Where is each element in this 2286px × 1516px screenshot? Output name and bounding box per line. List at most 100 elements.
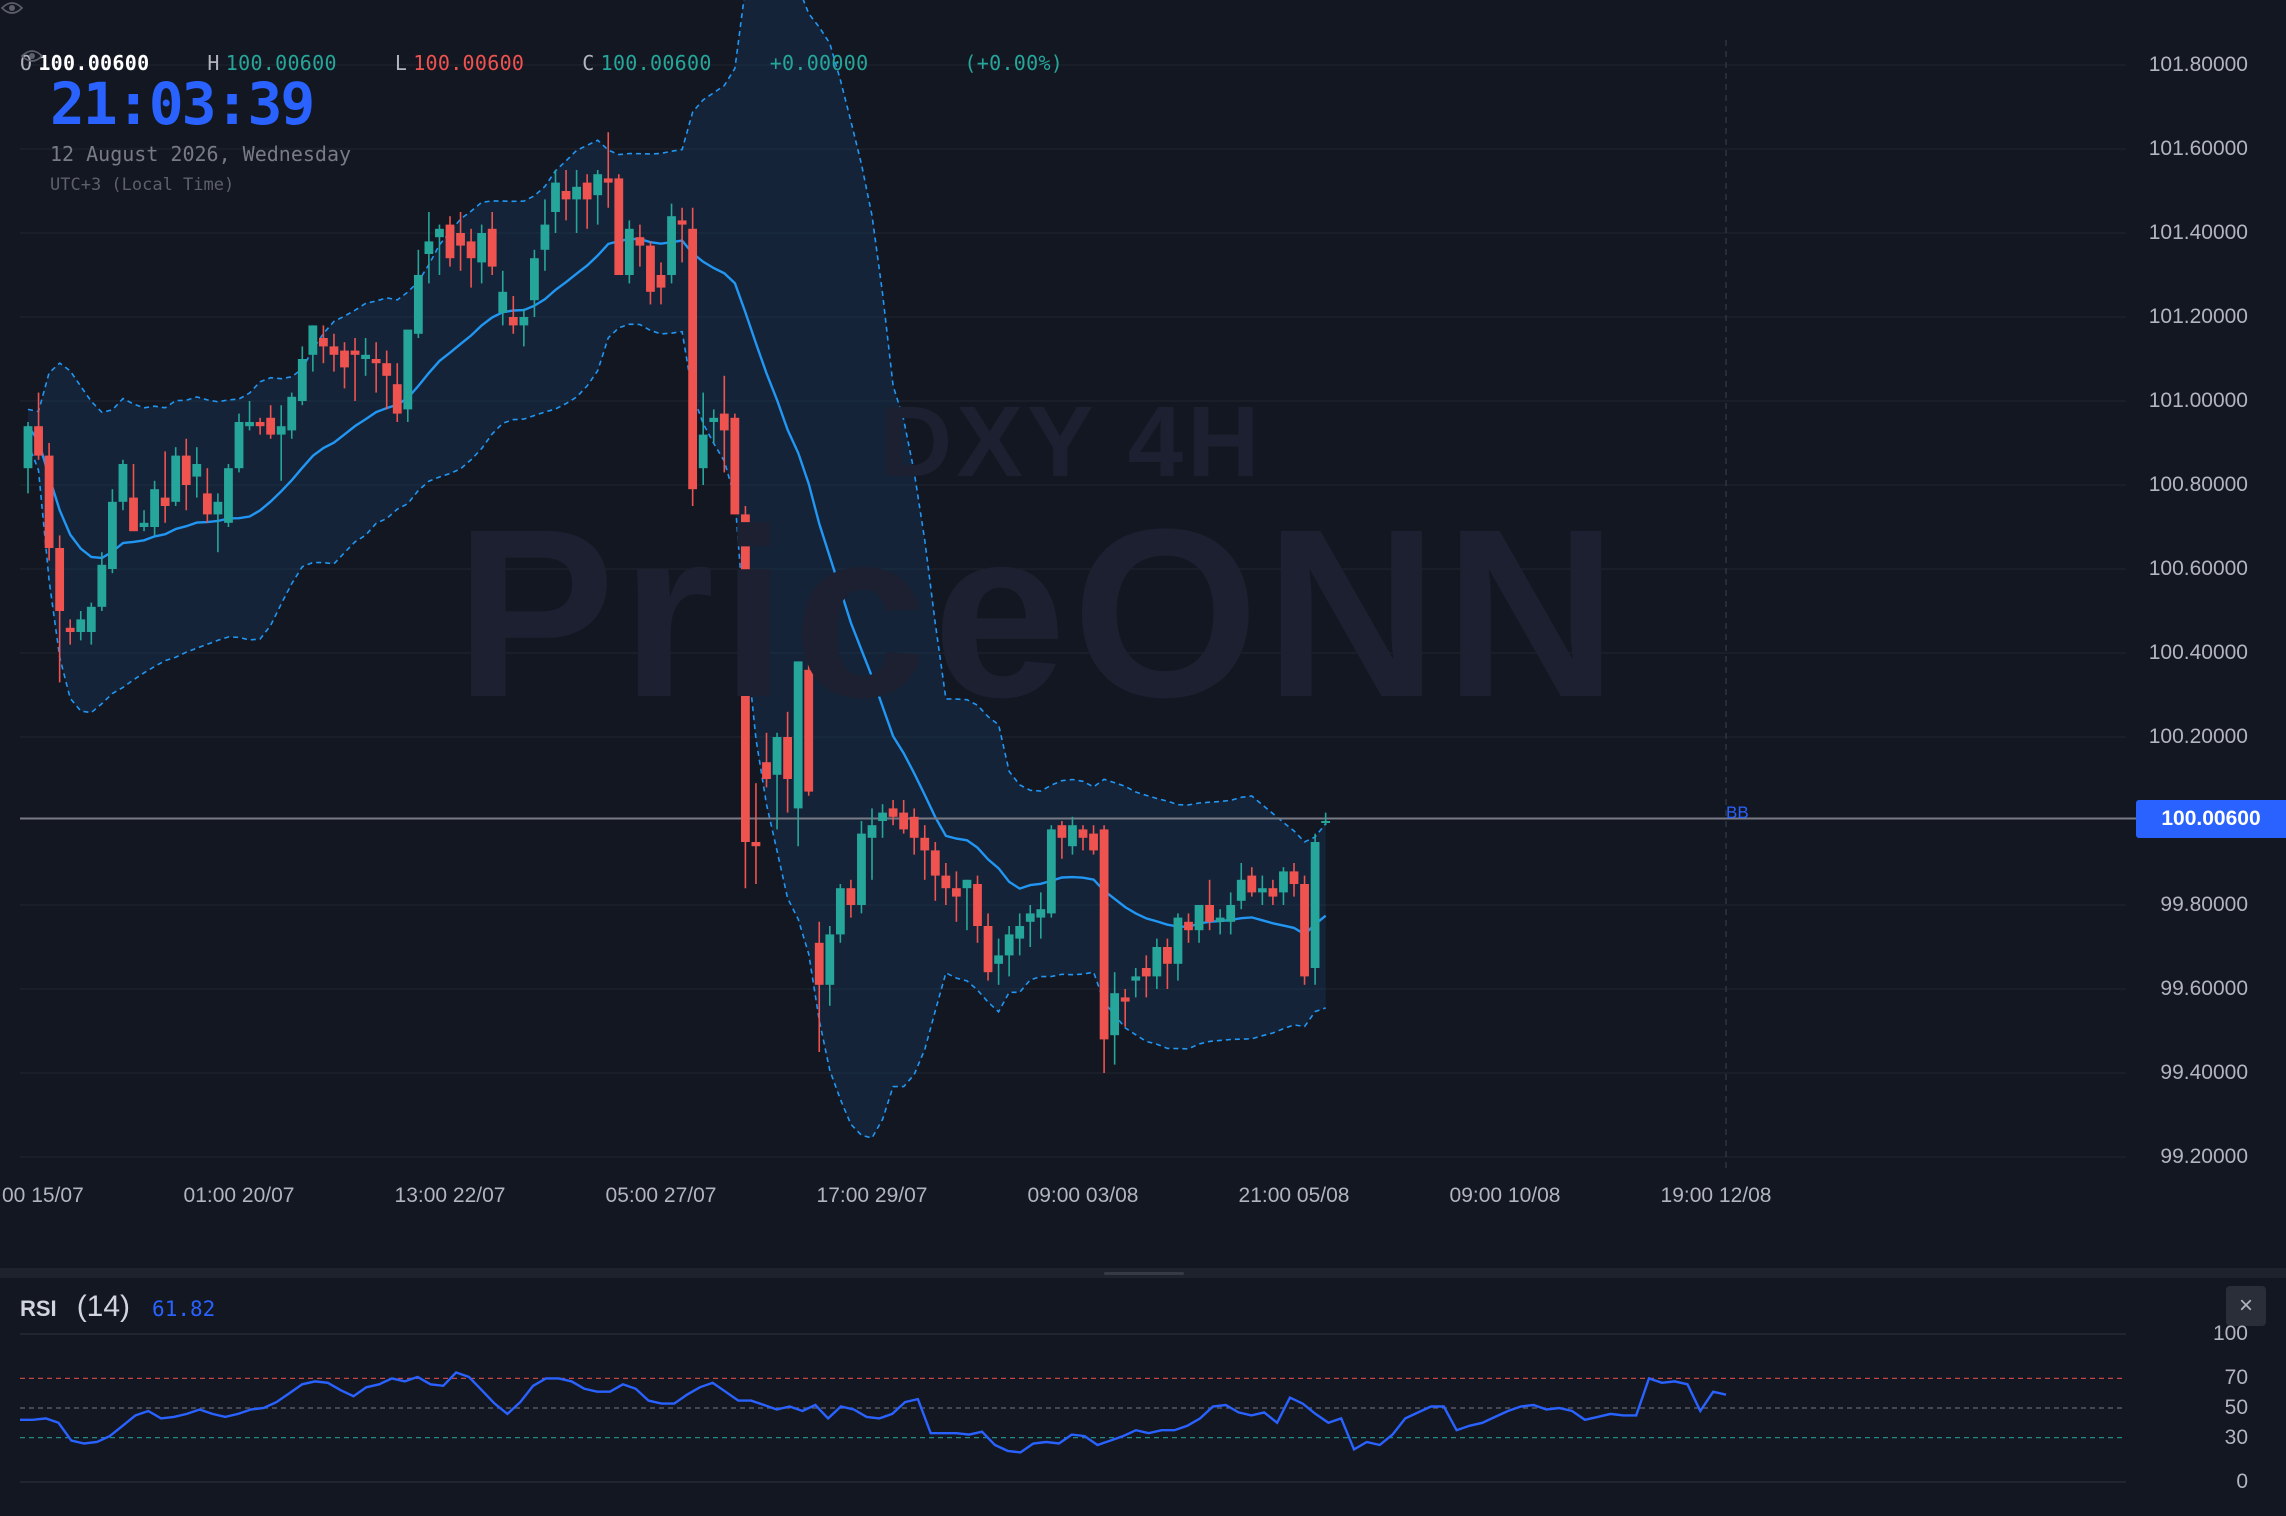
candle [23, 422, 33, 494]
candle-body [65, 627, 75, 632]
candle-body [276, 426, 286, 435]
rsi-axis-label: 0 [2236, 1470, 2248, 1493]
eye-icon[interactable] [20, 48, 44, 64]
candle-body [424, 241, 434, 254]
candle-body [719, 413, 729, 431]
candle-body [762, 762, 771, 779]
price-axis-label: 100.40000 [2148, 641, 2248, 664]
candle-body [519, 317, 529, 326]
candle-body [23, 426, 33, 469]
candle-body [530, 258, 539, 301]
price-axis-label: 101.40000 [2148, 221, 2248, 244]
candle-body [213, 501, 223, 515]
candle-body [635, 237, 645, 246]
change-percent: (+0.00%) [964, 51, 1064, 75]
candle-body [466, 241, 476, 259]
price-axis-label: 101.20000 [2148, 305, 2248, 328]
candle-body [614, 178, 624, 275]
time-axis-label: 13:00 22/07 [394, 1184, 506, 1207]
candle-body [1131, 976, 1141, 981]
current-price-label: 100.00600 [2136, 800, 2286, 838]
pane-divider[interactable] [0, 1268, 2286, 1278]
candle-body [308, 325, 318, 355]
candle-body [487, 228, 497, 267]
eye-icon[interactable] [0, 0, 24, 16]
rsi-pane[interactable] [0, 1278, 2286, 1516]
candle-body [867, 825, 877, 838]
candle-body [1268, 888, 1278, 897]
clock-timezone: UTC+3 (Local Time) [50, 175, 235, 195]
candle-body [814, 942, 824, 985]
candle-body [1141, 968, 1151, 977]
candle-body [1057, 825, 1067, 838]
candle-body [857, 833, 866, 905]
candle [751, 783, 761, 884]
close-value: 100.00600 [600, 51, 712, 75]
candle-body [540, 224, 550, 250]
watermark-brand: PriceONN [455, 479, 1624, 747]
candle-body [34, 426, 43, 456]
price-axis-label: 101.60000 [2148, 137, 2248, 160]
price-axis-label: 100.80000 [2148, 473, 2248, 496]
candle-body [1163, 947, 1172, 964]
candle [624, 220, 634, 284]
candle-body [139, 522, 149, 527]
rsi-chart[interactable] [0, 1278, 2286, 1516]
candle-body [1289, 871, 1299, 884]
rsi-axis-label: 100 [2212, 1322, 2248, 1345]
price-axis-label: 99.40000 [2160, 1061, 2248, 1084]
candle-body [846, 888, 856, 905]
candle-body [202, 493, 212, 515]
clock-time: 21:03:39 [50, 70, 315, 138]
candle-body [171, 455, 181, 502]
candle-body [709, 417, 719, 422]
candle-body [1257, 888, 1267, 893]
candle-body [245, 422, 254, 427]
candle-body [361, 354, 370, 359]
candle [403, 329, 413, 422]
candle-body [44, 455, 54, 548]
candle-body [1110, 993, 1120, 1036]
candle-body [1099, 829, 1109, 1040]
candle-body [751, 842, 761, 847]
candle [234, 413, 244, 473]
candle-body [656, 275, 666, 288]
candle-body [1173, 917, 1183, 964]
candle-body [1152, 947, 1162, 977]
candle [857, 821, 866, 914]
candle-body [456, 233, 465, 246]
close-label: C [582, 51, 595, 75]
candle [835, 884, 845, 943]
candle-body [371, 359, 381, 364]
time-axis-label: 21:00 05/08 [1238, 1184, 1350, 1207]
close-icon[interactable]: × [2226, 1286, 2266, 1326]
candle-body [477, 233, 487, 263]
candle-body [1215, 917, 1225, 922]
candle-body [508, 317, 518, 326]
candle-body [667, 216, 676, 275]
price-axis-label: 101.00000 [2148, 389, 2248, 412]
resize-handle[interactable] [1104, 1272, 1184, 1275]
time-axis-label: 09:00 10/08 [1449, 1184, 1561, 1207]
candle-body [624, 228, 634, 275]
price-chart-pane[interactable]: DXY 4H PriceONN O 100.00600 H 100.00600 … [0, 0, 2286, 1265]
candle-body [582, 182, 592, 200]
rsi-length: (14) [76, 1290, 131, 1323]
candle-body [920, 837, 930, 851]
candle-body [1321, 821, 1331, 823]
candle-body [445, 224, 455, 259]
price-axis-label: 99.80000 [2160, 893, 2248, 916]
candle [413, 249, 423, 338]
candle-body [192, 464, 202, 477]
candle-body [878, 812, 887, 821]
candle [1099, 825, 1109, 1073]
candle-body [835, 888, 845, 935]
candle-body [86, 606, 96, 632]
candle-body [1046, 829, 1056, 914]
indicator-tag: BB [1726, 803, 1749, 822]
candle [1300, 875, 1309, 985]
rsi-line [20, 1371, 1727, 1454]
candle-body [646, 245, 655, 292]
candle-body [234, 422, 244, 469]
candle-body [118, 464, 128, 502]
